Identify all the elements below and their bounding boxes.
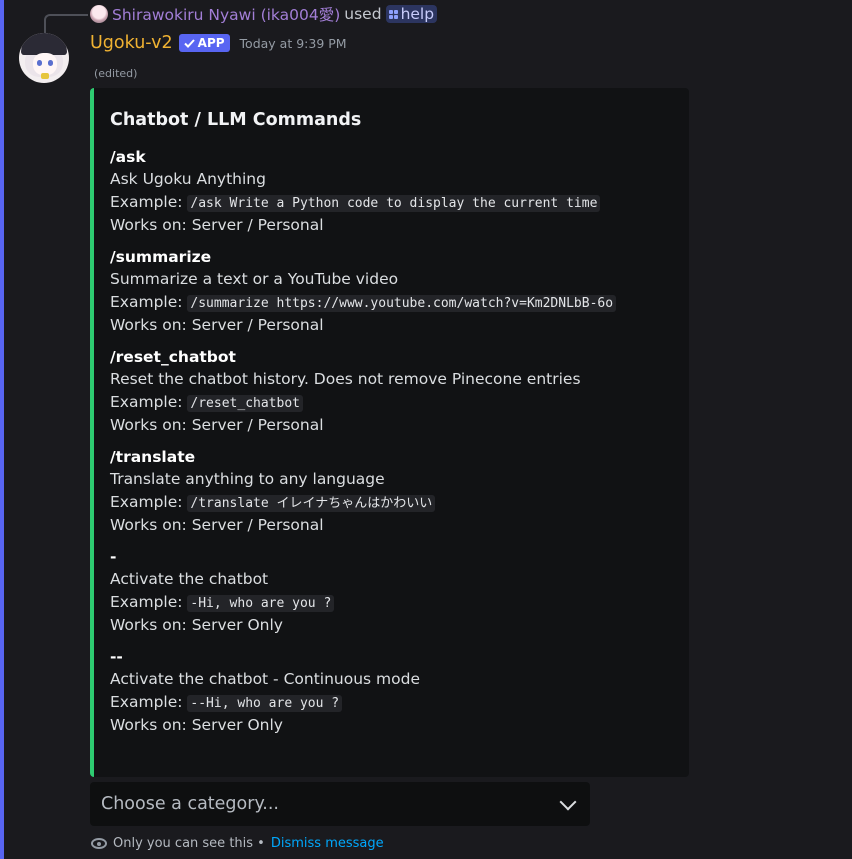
command-name: -- <box>110 648 123 666</box>
checkmark-icon <box>183 38 195 48</box>
command-block: - Activate the chatbot Example: -Hi, who a… <box>110 546 680 637</box>
command-list: /ask Ask Ugoku Anything Example: /ask Writ… <box>110 146 680 737</box>
example-code: /summarize https://www.youtube.com/watch… <box>187 295 617 312</box>
command-example: Example: /reset_chatbot <box>110 391 680 414</box>
example-label: Example: <box>110 493 183 511</box>
chat-view: Shirawokiru Nyawi (ika004愛) used help Ug… <box>0 0 852 859</box>
embed-content: Chatbot / LLM Commands /ask Ask Ugoku Any… <box>110 108 680 746</box>
command-works-on: Works on: Server / Personal <box>110 216 324 234</box>
command-example: Example: /translate イレイナちゃんはかわいい <box>110 491 680 514</box>
bot-name[interactable]: Ugoku-v2 <box>90 33 173 53</box>
command-example: Example: /summarize https://www.youtube.… <box>110 291 680 314</box>
example-label: Example: <box>110 693 183 711</box>
command-description: Activate the chatbot <box>110 570 269 588</box>
reply-user-name[interactable]: Shirawokiru Nyawi (ika004愛) <box>112 3 340 25</box>
command-works-on: Works on: Server / Personal <box>110 416 324 434</box>
example-code: --Hi, who are you ? <box>187 695 343 712</box>
command-example: Example: --Hi, who are you ? <box>110 691 680 714</box>
command-name: /ask <box>110 148 146 166</box>
eye-icon <box>91 838 107 849</box>
command-description: Summarize a text or a YouTube video <box>110 270 399 288</box>
reply-used-text: used <box>344 5 382 23</box>
ephemeral-notice-text: Only you can see this • <box>113 836 265 851</box>
command-block: -- Activate the chatbot - Continuous mode… <box>110 646 680 737</box>
command-example: Example: /ask Write a Python code to dis… <box>110 191 680 214</box>
command-name: /translate <box>110 448 196 466</box>
command-block: /reset_chatbot Reset the chatbot history.… <box>110 346 680 437</box>
command-description: Activate the chatbot - Continuous mode <box>110 670 421 688</box>
command-name: /reset_chatbot <box>110 348 236 366</box>
command-name: - <box>110 548 117 566</box>
command-works-on: Works on: Server Only <box>110 716 283 734</box>
example-code: /ask Write a Python code to display the … <box>187 195 601 212</box>
app-command-icon <box>388 9 398 19</box>
category-select-placeholder: Choose a category... <box>101 794 279 814</box>
edited-label: (edited) <box>94 67 138 80</box>
reply-connector <box>44 14 88 34</box>
app-badge: APP <box>178 34 230 52</box>
command-block: /summarize Summarize a text or a YouTube … <box>110 246 680 337</box>
message-header: Ugoku-v2 APP Today at 9:39 PM <box>90 33 347 53</box>
example-label: Example: <box>110 593 183 611</box>
dismiss-message-link[interactable]: Dismiss message <box>271 836 384 851</box>
command-description: Translate anything to any language <box>110 470 385 488</box>
example-label: Example: <box>110 193 183 211</box>
command-block: /translate Translate anything to any lang… <box>110 446 680 537</box>
ephemeral-notice: Only you can see this • Dismiss message <box>91 836 384 851</box>
command-description: Reset the chatbot history. Does not remo… <box>110 370 581 388</box>
highlight-bar <box>0 0 4 859</box>
command-works-on: Works on: Server / Personal <box>110 516 324 534</box>
embed: Chatbot / LLM Commands /ask Ask Ugoku Any… <box>90 88 689 777</box>
example-code: -Hi, who are you ? <box>187 595 335 612</box>
example-label: Example: <box>110 293 183 311</box>
avatar[interactable] <box>19 33 69 83</box>
chevron-down-icon <box>559 793 577 810</box>
reply-user-avatar[interactable] <box>90 5 108 23</box>
command-mention-label: help <box>400 5 435 23</box>
category-select[interactable]: Choose a category... <box>90 782 590 826</box>
command-block: /ask Ask Ugoku Anything Example: /ask Writ… <box>110 146 680 237</box>
app-badge-label: APP <box>197 36 225 50</box>
command-description: Ask Ugoku Anything <box>110 170 266 188</box>
example-code: /reset_chatbot <box>187 395 303 412</box>
command-mention[interactable]: help <box>385 5 438 23</box>
command-name: /summarize <box>110 248 212 266</box>
command-works-on: Works on: Server / Personal <box>110 316 324 334</box>
command-works-on: Works on: Server Only <box>110 616 283 634</box>
example-label: Example: <box>110 393 183 411</box>
reply-reference[interactable]: Shirawokiru Nyawi (ika004愛) used help <box>90 3 438 25</box>
embed-title: Chatbot / LLM Commands <box>110 110 362 130</box>
message-timestamp[interactable]: Today at 9:39 PM <box>240 36 347 51</box>
command-example: Example: -Hi, who are you ? <box>110 591 680 614</box>
example-code: /translate イレイナちゃんはかわいい <box>187 495 436 512</box>
